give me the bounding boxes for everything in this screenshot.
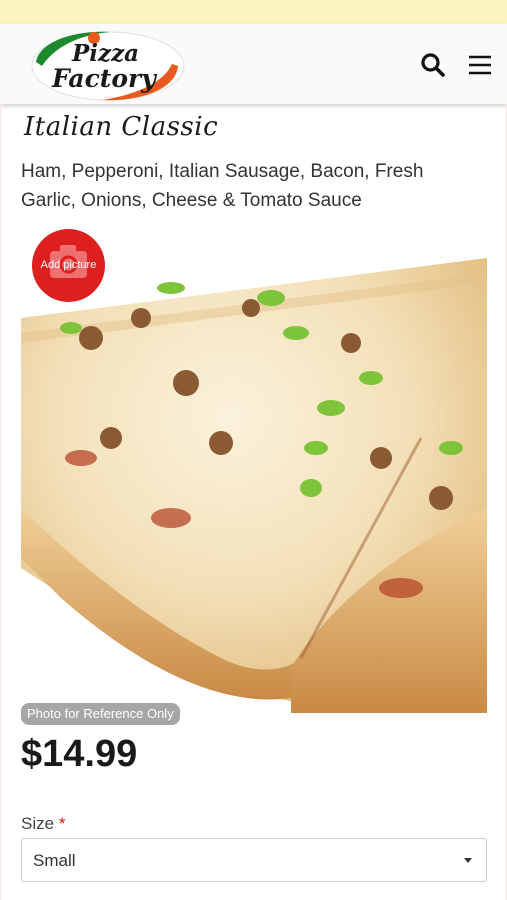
product-price: $14.99: [21, 733, 138, 775]
size-label-text: Size: [21, 814, 55, 833]
site-header: Pizza Factory: [0, 24, 507, 104]
add-picture-label: Add picture: [40, 259, 97, 271]
hamburger-menu-icon[interactable]: [465, 50, 495, 80]
product-description: Ham, Pepperoni, Italian Sausage, Bacon, …: [21, 161, 424, 211]
search-icon[interactable]: [418, 50, 448, 80]
top-banner: [0, 0, 507, 24]
product-photo: [21, 258, 487, 724]
logo-text-factory: Factory: [52, 64, 156, 93]
logo-text-pizza: Pizza: [72, 40, 140, 67]
size-label: Size *: [21, 814, 65, 834]
required-marker: *: [58, 814, 66, 833]
size-select[interactable]: Small: [21, 838, 487, 882]
size-select-value: Small: [33, 851, 76, 870]
pizza-factory-logo[interactable]: Pizza Factory: [28, 26, 186, 104]
add-picture-button[interactable]: Add picture: [32, 229, 105, 302]
chevron-down-icon: [464, 858, 472, 863]
product-title: Italian Classic: [24, 112, 219, 142]
pizza-image: [21, 258, 487, 724]
photo-reference-badge: Photo for Reference Only: [21, 703, 180, 725]
